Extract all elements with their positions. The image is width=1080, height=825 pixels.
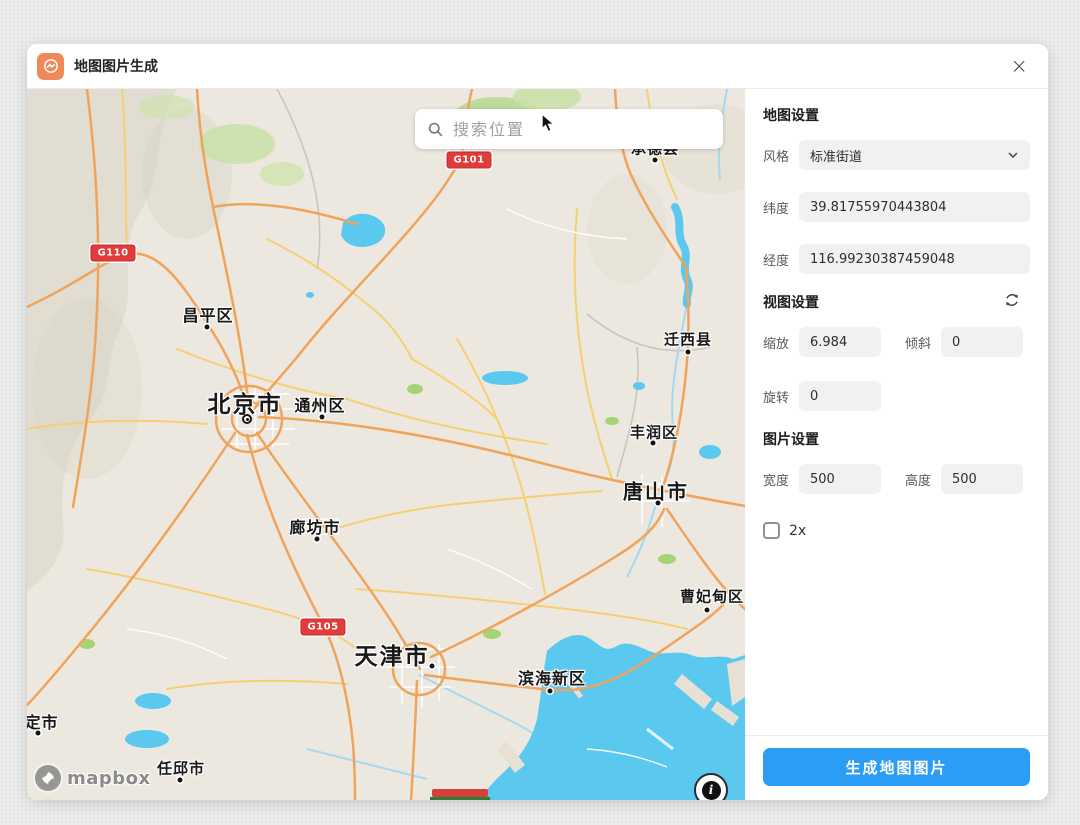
globe-icon xyxy=(43,59,58,73)
retina-2x-checkbox[interactable] xyxy=(763,522,780,539)
road-shield-badge: G105 xyxy=(300,618,346,636)
map-canvas[interactable] xyxy=(27,89,745,800)
map-place-marker xyxy=(319,414,325,420)
longitude-label: 经度 xyxy=(763,253,790,269)
panel-footer: 生成地图图片 xyxy=(745,735,1048,800)
info-icon: i xyxy=(701,780,721,800)
mapbox-icon xyxy=(35,765,61,791)
map-place-marker xyxy=(704,607,710,613)
map-place-label: 曹妃甸区 xyxy=(679,587,745,606)
map-place-label: 任邱市 xyxy=(156,759,206,778)
bearing-label: 旋转 xyxy=(763,390,790,406)
map-place-marker xyxy=(652,157,658,163)
refresh-view-icon[interactable] xyxy=(1004,292,1020,312)
zoom-label: 缩放 xyxy=(763,336,790,352)
height-label: 高度 xyxy=(905,473,932,489)
map-place-marker xyxy=(35,730,41,736)
search-icon xyxy=(428,122,443,136)
map-place-label: 通州区 xyxy=(294,396,346,415)
map-place-marker xyxy=(650,440,656,446)
map-place-label: 滨海新区 xyxy=(517,669,587,688)
map-place-marker xyxy=(547,688,553,694)
view-settings-title: 视图设置 xyxy=(763,292,1030,312)
map-place-marker xyxy=(429,663,435,669)
style-label: 风格 xyxy=(763,149,790,165)
search-input[interactable] xyxy=(453,119,711,139)
app-icon xyxy=(37,52,64,80)
generate-image-button[interactable]: 生成地图图片 xyxy=(763,748,1030,786)
map-generator-window: 地图图片生成 × 昌平区 北京市 通州区 迁西县 丰润区 唐山市 廊坊市 天津市… xyxy=(27,44,1048,800)
road-shield-badge: G110 xyxy=(90,244,136,262)
pitch-input[interactable]: 0 xyxy=(941,327,1023,357)
map-place-marker xyxy=(177,777,183,783)
map-place-label: 天津市 xyxy=(354,644,430,670)
style-select[interactable]: 标准街道 xyxy=(799,140,1030,170)
longitude-input[interactable]: 116.99230387459048 xyxy=(799,244,1030,274)
map-place-label: 昌平区 xyxy=(182,306,234,325)
map-place-marker xyxy=(655,500,661,506)
map-place-marker xyxy=(314,536,320,542)
titlebar: 地图图片生成 × xyxy=(27,44,1048,89)
image-settings-title: 图片设置 xyxy=(763,432,819,448)
retina-2x-label: 2x xyxy=(789,522,807,539)
map-place-marker xyxy=(204,324,210,330)
map-place-label: 丰润区 xyxy=(629,423,679,442)
settings-panel: 地图设置 风格 标准街道 纬度 39.81755970443804 经度 116… xyxy=(745,89,1048,800)
map-place-marker xyxy=(685,349,691,355)
height-input[interactable]: 500 xyxy=(941,464,1023,494)
latitude-label: 纬度 xyxy=(763,201,790,217)
width-label: 宽度 xyxy=(763,473,790,489)
mapbox-logo[interactable]: mapbox xyxy=(35,765,151,791)
map-place-label: 廊坊市 xyxy=(289,518,341,537)
map-view[interactable]: 承德县昌平区北京市通州区迁西县丰润区唐山市廊坊市天津市滨海新区曹妃甸区任邱市保定… xyxy=(27,89,745,800)
window-title: 地图图片生成 xyxy=(74,59,158,75)
map-place-label: 迁西县 xyxy=(663,330,713,349)
close-icon[interactable]: × xyxy=(1006,54,1032,79)
chevron-down-icon xyxy=(1008,152,1018,158)
pitch-label: 倾斜 xyxy=(905,336,932,352)
width-input[interactable]: 500 xyxy=(799,464,881,494)
zoom-input[interactable]: 6.984 xyxy=(799,327,881,357)
bearing-input[interactable]: 0 xyxy=(799,381,881,411)
latitude-input[interactable]: 39.81755970443804 xyxy=(799,192,1030,222)
attribution-info-button[interactable]: i xyxy=(694,773,728,800)
mapbox-wordmark: mapbox xyxy=(67,767,151,789)
road-shield-badge: G101 xyxy=(446,151,492,169)
map-search-box[interactable] xyxy=(415,109,723,149)
map-place-label: 保定市 xyxy=(27,713,59,732)
map-place-marker xyxy=(242,414,252,424)
map-settings-title: 地图设置 xyxy=(763,108,819,124)
mouse-cursor xyxy=(541,113,556,133)
